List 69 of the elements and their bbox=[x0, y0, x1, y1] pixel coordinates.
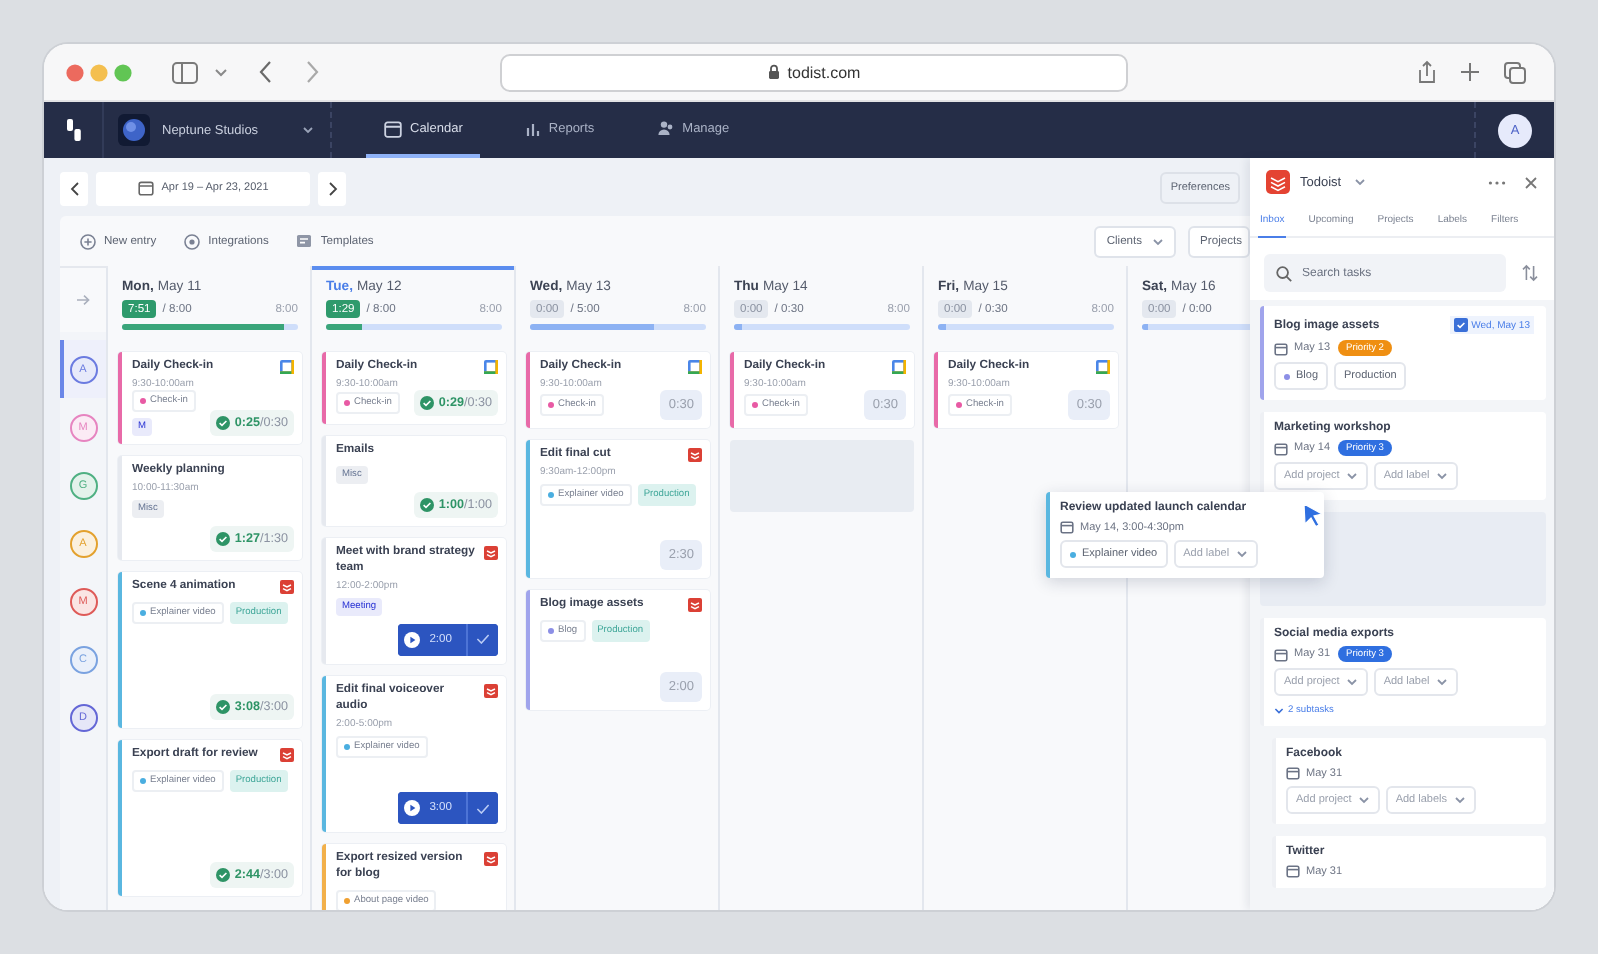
next-week-button[interactable] bbox=[318, 171, 346, 205]
close-icon[interactable] bbox=[1524, 175, 1538, 189]
planet-icon bbox=[118, 114, 150, 146]
bar-chart-icon bbox=[526, 121, 541, 135]
calendar-app-icon bbox=[280, 360, 294, 374]
calendar-icon bbox=[1274, 441, 1288, 455]
logo-icon bbox=[65, 118, 81, 142]
calendar-check-icon bbox=[1453, 318, 1468, 332]
tabs-icon[interactable] bbox=[1504, 61, 1526, 83]
todoist-icon bbox=[280, 579, 294, 594]
calendar-icon bbox=[1274, 341, 1288, 355]
template-icon bbox=[296, 234, 313, 248]
chevron-down-icon bbox=[1274, 706, 1284, 716]
check-circle-icon bbox=[420, 497, 435, 512]
calendar-icon bbox=[1286, 864, 1300, 878]
todoist-logo-icon bbox=[1266, 170, 1290, 194]
check-circle-icon bbox=[420, 395, 435, 410]
todoist-icon bbox=[688, 447, 702, 462]
play-icon bbox=[403, 800, 420, 817]
chevron-right-icon bbox=[327, 181, 337, 195]
caret-icon bbox=[1435, 678, 1448, 686]
caret-icon bbox=[1345, 472, 1358, 480]
calendar-icon bbox=[384, 119, 402, 137]
check-icon bbox=[476, 803, 490, 814]
caret-icon bbox=[1235, 550, 1248, 558]
calendar-app-icon bbox=[688, 360, 702, 374]
sort-icon[interactable] bbox=[1522, 264, 1538, 282]
play-icon bbox=[403, 631, 420, 648]
check-circle-icon bbox=[216, 415, 231, 430]
todoist-icon bbox=[484, 545, 498, 560]
share-icon[interactable] bbox=[1418, 60, 1436, 84]
people-icon bbox=[658, 120, 675, 136]
cursor-icon bbox=[1302, 502, 1324, 528]
previous-week-button[interactable] bbox=[60, 171, 88, 205]
address-bar[interactable]: todist.com bbox=[500, 53, 1128, 91]
caret-icon bbox=[1357, 796, 1370, 804]
circle-dot-icon bbox=[184, 233, 201, 249]
caret-icon bbox=[1345, 678, 1358, 686]
caret-icon bbox=[1453, 796, 1466, 804]
calendar-icon bbox=[1274, 647, 1288, 661]
todoist-icon bbox=[484, 683, 498, 698]
check-circle-icon bbox=[216, 531, 231, 546]
plus-icon[interactable] bbox=[1460, 62, 1480, 82]
caret-icon bbox=[302, 126, 314, 134]
back-icon[interactable] bbox=[258, 60, 274, 84]
forward-icon[interactable] bbox=[304, 60, 320, 84]
todoist-icon bbox=[484, 852, 498, 867]
sidebar-icon[interactable] bbox=[172, 61, 198, 83]
complete-button[interactable] bbox=[466, 792, 498, 825]
plus-circle-icon bbox=[80, 233, 96, 249]
calendar-icon bbox=[137, 180, 154, 196]
chevron-down-icon[interactable] bbox=[214, 67, 228, 77]
todoist-icon bbox=[688, 597, 702, 612]
complete-button[interactable] bbox=[466, 623, 498, 656]
more-icon[interactable] bbox=[1488, 179, 1506, 185]
lock-icon bbox=[767, 64, 780, 80]
calendar-app-icon bbox=[892, 360, 906, 374]
caret-icon bbox=[1353, 178, 1366, 186]
check-icon bbox=[476, 634, 490, 645]
check-circle-icon bbox=[216, 868, 231, 883]
todoist-icon bbox=[280, 748, 294, 763]
search-icon bbox=[1276, 265, 1292, 281]
caret-icon bbox=[1435, 472, 1448, 480]
check-circle-icon bbox=[216, 700, 231, 715]
calendar-icon bbox=[1060, 520, 1074, 534]
calendar-app-icon bbox=[1096, 360, 1110, 374]
calendar-app-icon bbox=[484, 360, 498, 374]
chevron-left-icon bbox=[69, 181, 79, 195]
calendar-icon bbox=[1286, 766, 1300, 780]
